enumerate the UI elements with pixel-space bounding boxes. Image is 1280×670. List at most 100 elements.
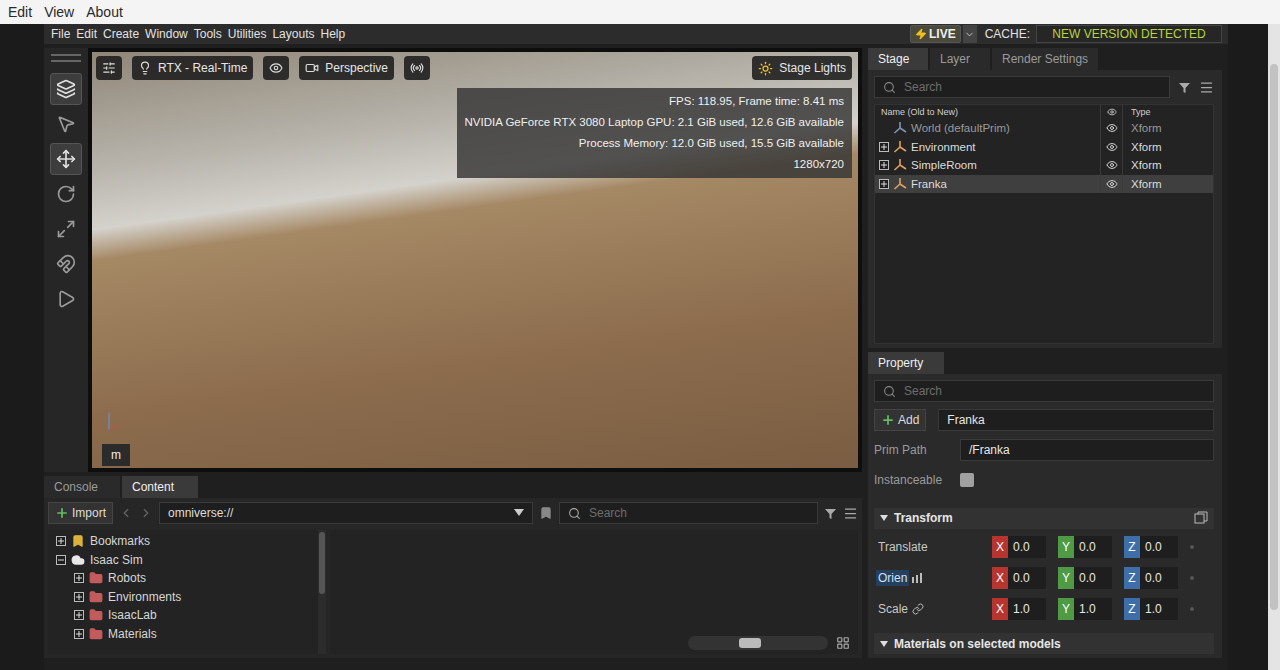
prim-name-field[interactable]: Franka [938, 409, 1214, 431]
transform-label[interactable]: Orien [876, 570, 992, 586]
tool-button[interactable] [50, 283, 82, 315]
forward-icon[interactable] [139, 506, 153, 520]
folder-row[interactable]: IsaacLab [48, 606, 318, 625]
zoom-slider[interactable] [688, 636, 828, 650]
visibility-button[interactable] [263, 56, 289, 80]
prim-path-field[interactable]: /Franka [960, 439, 1214, 461]
panel-tab[interactable]: Console [44, 476, 120, 498]
expand-icon[interactable] [74, 592, 84, 602]
panel-tab[interactable]: Content [122, 476, 198, 498]
keyframe-dot[interactable] [1190, 545, 1194, 549]
stage-row[interactable]: World (defaultPrim)Xform [875, 119, 1213, 138]
axis-value[interactable]: 0.0 [1008, 536, 1046, 558]
stage-row[interactable]: FrankaXform [875, 175, 1213, 194]
bookmark-icon[interactable] [539, 506, 553, 520]
keyframe-dot[interactable] [1190, 607, 1194, 611]
os-menu-item[interactable]: View [38, 4, 80, 20]
stage-row[interactable]: SimpleRoomXform [875, 156, 1213, 175]
viewport-settings-button[interactable] [96, 56, 122, 80]
os-menu-item[interactable]: About [80, 4, 129, 20]
panel-tab[interactable]: Render Settings [992, 48, 1098, 70]
section-caret-icon[interactable] [880, 514, 888, 522]
keyframe-dot[interactable] [1190, 576, 1194, 580]
menu-item[interactable]: Create [100, 27, 142, 41]
folder-row[interactable]: Isaac Sim [48, 551, 318, 570]
dropdown-icon[interactable] [514, 509, 524, 517]
panel-tab[interactable]: Property [868, 352, 944, 374]
menu-item[interactable]: Window [142, 27, 191, 41]
page-scrollbar[interactable] [1268, 24, 1280, 670]
axis-value[interactable]: 0.0 [1140, 536, 1178, 558]
transform-label[interactable]: Translate [876, 539, 992, 555]
path-field[interactable]: omniverse:// [159, 502, 533, 524]
visibility-icon[interactable] [1106, 159, 1118, 171]
tree-scrollbar[interactable] [318, 530, 326, 654]
axis-value[interactable]: 1.0 [1140, 598, 1178, 620]
back-icon[interactable] [119, 506, 133, 520]
menu-icon[interactable] [843, 506, 858, 521]
transform-header[interactable]: Transform [874, 508, 1214, 529]
folder-row[interactable]: Environments [48, 588, 318, 607]
expand-icon[interactable] [74, 629, 84, 639]
tool-button[interactable] [50, 73, 82, 105]
expand-icon[interactable] [74, 573, 84, 583]
axis-value[interactable]: 1.0 [1008, 598, 1046, 620]
live-dropdown[interactable] [963, 25, 977, 43]
materials-header[interactable]: Materials on selected models [874, 633, 1214, 654]
os-menu-item[interactable]: Edit [2, 4, 38, 20]
panel-tab[interactable]: Stage [868, 48, 928, 70]
menu-item[interactable]: Utilities [225, 27, 270, 41]
axis-value[interactable]: 0.0 [1074, 567, 1112, 589]
folder-row[interactable]: Robots [48, 569, 318, 588]
menu-item[interactable]: Tools [191, 27, 225, 41]
tool-button[interactable] [50, 178, 82, 210]
folder-row[interactable]: Bookmarks [48, 532, 318, 551]
expand-icon[interactable] [879, 142, 889, 152]
menu-item[interactable]: Layouts [269, 27, 317, 41]
tool-button[interactable] [50, 213, 82, 245]
toolbar-grip[interactable] [51, 54, 81, 62]
expand-icon[interactable] [56, 536, 66, 546]
panel-tab[interactable]: Layer [930, 48, 990, 70]
section-caret-icon[interactable] [880, 640, 888, 648]
transform-label[interactable]: Scale [876, 601, 992, 617]
expand-icon[interactable] [74, 610, 84, 620]
menu-item[interactable]: Edit [73, 27, 100, 41]
orient-mode-icon[interactable] [911, 573, 923, 583]
menu-icon[interactable] [1199, 80, 1214, 95]
content-search[interactable]: Search [559, 502, 818, 524]
expand-icon[interactable] [879, 179, 889, 189]
stage-row[interactable]: EnvironmentXform [875, 138, 1213, 157]
axis-value[interactable]: 1.0 [1074, 598, 1112, 620]
visibility-icon[interactable] [1106, 178, 1118, 190]
axis-value[interactable]: 0.0 [1074, 536, 1112, 558]
import-button[interactable]: Import [48, 502, 113, 524]
filter-icon[interactable] [1178, 81, 1191, 94]
axis-value[interactable]: 0.0 [1008, 567, 1046, 589]
menu-item[interactable]: Help [317, 27, 348, 41]
renderer-button[interactable]: RTX - Real-Time [132, 56, 253, 80]
tool-button[interactable] [50, 248, 82, 280]
instanceable-checkbox[interactable] [960, 473, 974, 487]
add-button[interactable]: Add [874, 409, 926, 431]
filter-icon[interactable] [824, 507, 837, 520]
grid-view-icon[interactable] [836, 636, 850, 650]
menu-item[interactable]: File [48, 27, 73, 41]
frame-icon[interactable] [1194, 511, 1208, 525]
live-button[interactable]: LIVE [910, 25, 961, 43]
visibility-icon[interactable] [1106, 122, 1118, 134]
zoom-thumb[interactable] [739, 638, 761, 648]
collapse-icon[interactable] [56, 555, 66, 565]
expand-icon[interactable] [879, 160, 889, 170]
folder-row[interactable]: Materials [48, 625, 318, 644]
stage-search[interactable]: Search [874, 76, 1170, 98]
visibility-icon[interactable] [1106, 141, 1118, 153]
axis-value[interactable]: 0.0 [1140, 567, 1178, 589]
link-icon[interactable] [912, 603, 924, 615]
viewport[interactable]: RTX - Real-TimePerspectiveStage LightsFP… [88, 48, 862, 472]
lights-button[interactable]: Stage Lights [752, 56, 852, 80]
tool-button[interactable] [50, 143, 82, 175]
tool-button[interactable] [50, 108, 82, 140]
broadcast-button[interactable] [404, 56, 430, 80]
property-search[interactable]: Search [874, 380, 1214, 402]
